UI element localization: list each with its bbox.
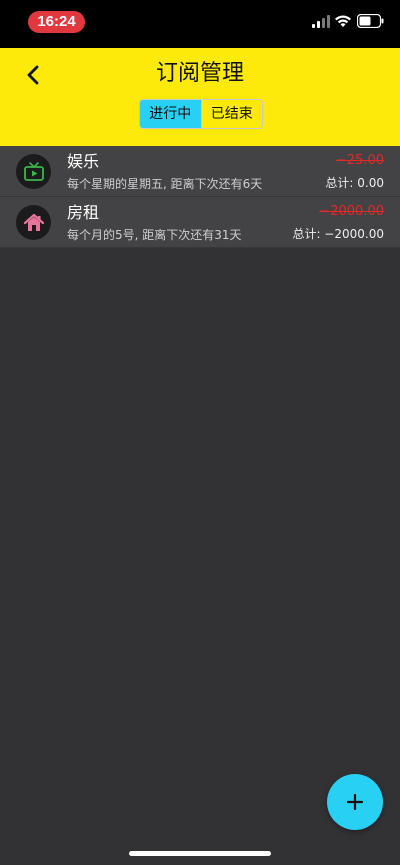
subscription-row[interactable]: 房租 每个月的5号, 距离下次还有31天 −2000.00 总计: −2000.… [0, 197, 400, 248]
status-time: 16:24 [28, 11, 85, 33]
tab-active[interactable]: 进行中 [140, 100, 201, 128]
subscription-amount: −2000.00 [319, 204, 384, 219]
screen: 16:24 订阅管理 进行中 已结束 娱乐 每个星期的星期五, 距离下次还有6天… [0, 0, 400, 865]
plus-icon [346, 793, 364, 811]
subscription-schedule: 每个月的5号, 距离下次还有31天 [67, 228, 242, 242]
header: 订阅管理 进行中 已结束 [0, 48, 400, 146]
signal-icon [312, 15, 330, 28]
subscription-schedule: 每个星期的星期五, 距离下次还有6天 [67, 177, 263, 191]
tab-ended[interactable]: 已结束 [200, 100, 263, 128]
subscription-list: 娱乐 每个星期的星期五, 距离下次还有6天 −25.00 总计: 0.00 房租… [0, 146, 400, 248]
subscription-total: 总计: −2000.00 [292, 227, 384, 241]
status-tabs: 进行中 已结束 [139, 99, 263, 129]
house-icon [23, 213, 44, 231]
subscription-name: 房租 [67, 203, 100, 222]
home-indicator [129, 851, 271, 856]
status-bar: 16:24 [0, 0, 400, 48]
add-subscription-button[interactable] [327, 774, 383, 830]
subscription-row[interactable]: 娱乐 每个星期的星期五, 距离下次还有6天 −25.00 总计: 0.00 [0, 146, 400, 197]
avatar [16, 205, 51, 240]
subscription-amount: −25.00 [335, 153, 384, 168]
battery-icon [357, 14, 384, 28]
avatar [16, 154, 51, 189]
subscription-name: 娱乐 [67, 152, 100, 171]
wifi-icon [335, 15, 351, 27]
page-title: 订阅管理 [155, 61, 244, 86]
subscription-total: 总计: 0.00 [325, 176, 384, 190]
tv-icon [23, 161, 44, 181]
